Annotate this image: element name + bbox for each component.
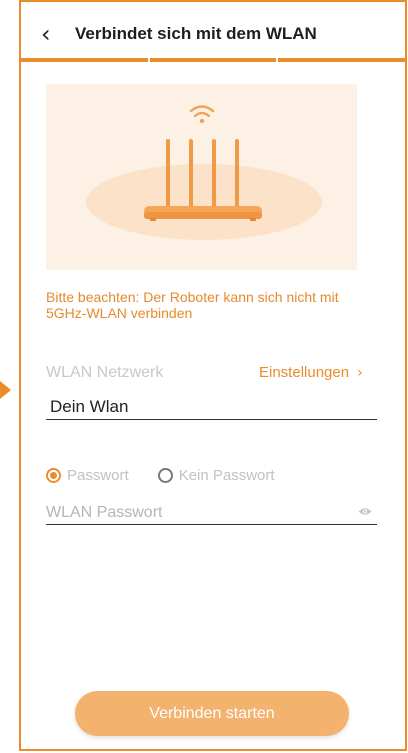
auth-options: Passwort Kein Passwort (46, 467, 275, 484)
back-button[interactable]: ‹ (41, 22, 51, 46)
progress-segment-2 (149, 58, 277, 62)
progress-bar (21, 58, 406, 62)
progress-segment-3 (278, 58, 406, 62)
progress-segment-1 (21, 58, 148, 62)
password-input[interactable] (46, 501, 377, 525)
radio-password[interactable]: Passwort (46, 467, 129, 484)
chevron-right-icon: › (357, 365, 363, 381)
app-screen: ‹ Verbindet sich mit dem WLAN Bitte beac… (19, 0, 407, 751)
side-pointer-arrow (0, 381, 11, 399)
radio-selected-icon (46, 468, 61, 483)
settings-link[interactable]: Einstellungen › (259, 364, 363, 381)
radio-password-label: Passwort (67, 467, 129, 484)
start-connect-button[interactable]: Verbinden starten (75, 691, 349, 736)
router-wifi-illustration (86, 105, 322, 240)
radio-no-password[interactable]: Kein Passwort (157, 467, 275, 484)
header: ‹ Verbindet sich mit dem WLAN (21, 2, 406, 62)
radio-unselected-icon (157, 468, 173, 483)
page-title: Verbindet sich mit dem WLAN (75, 24, 317, 43)
eye-icon[interactable] (358, 507, 372, 516)
router-illustration (46, 84, 357, 270)
settings-label: Einstellungen (259, 364, 350, 381)
radio-no-password-label: Kein Passwort (178, 467, 275, 484)
ssid-input[interactable] (46, 394, 377, 420)
notice-text: Bitte beachten: Der Roboter kann sich ni… (46, 289, 339, 321)
network-label: WLAN Netzwerk (46, 364, 164, 381)
